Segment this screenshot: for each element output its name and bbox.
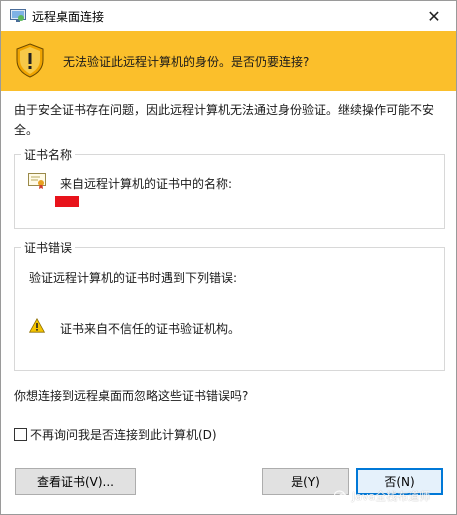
question-text: 你想连接到远程桌面而忽略这些证书错误吗? (14, 389, 249, 403)
security-shield-icon (16, 43, 44, 78)
dont-ask-checkbox-row[interactable]: 不再询问我是否连接到此计算机(D) (14, 426, 217, 443)
dont-ask-checkbox[interactable] (14, 428, 27, 441)
title-bar[interactable]: 远程桌面连接 ✕ (1, 1, 456, 31)
watermark-text: Java全栈布道师 (352, 490, 431, 503)
warning-banner: 无法验证此远程计算机的身份。是否仍要连接? (1, 31, 456, 91)
description-text: 由于安全证书存在问题，因此远程计算机无法通过身份验证。继续操作可能不安全。 (14, 103, 435, 137)
group-legend: 证书错误 (21, 239, 76, 256)
dont-ask-label[interactable]: 不再询问我是否连接到此计算机(D) (30, 426, 217, 443)
rdp-dialog: 远程桌面连接 ✕ 无法验证此远程计算机的身份。是否仍要连接? 由于安全证书存在问… (0, 0, 457, 515)
certificate-icon (28, 173, 46, 189)
group-legend: 证书名称 (21, 146, 76, 163)
banner-message: 无法验证此远程计算机的身份。是否仍要连接? (63, 55, 310, 69)
certificate-name-group: 证书名称 来自远程计算机的证书中的名称: (14, 146, 445, 229)
window-title: 远程桌面连接 (32, 10, 105, 24)
close-icon: ✕ (427, 6, 441, 26)
warning-icon (29, 318, 45, 333)
watermark: Java全栈布道师 (334, 488, 430, 504)
error-item: 证书来自不信任的证书验证机构。 (60, 322, 241, 336)
remote-desktop-icon (10, 9, 26, 22)
errors-intro: 验证远程计算机的证书时遇到下列错误: (29, 271, 238, 285)
certificate-errors-group: 证书错误 验证远程计算机的证书时遇到下列错误: 证书来自不信任的证书验证机构。 (14, 239, 445, 371)
cert-name-label: 来自远程计算机的证书中的名称: (60, 177, 233, 191)
view-certificate-button[interactable]: 查看证书(V)... (15, 468, 136, 495)
redacted-cert-name (55, 196, 79, 207)
wechat-icon (334, 490, 348, 502)
close-button[interactable]: ✕ (412, 1, 456, 31)
